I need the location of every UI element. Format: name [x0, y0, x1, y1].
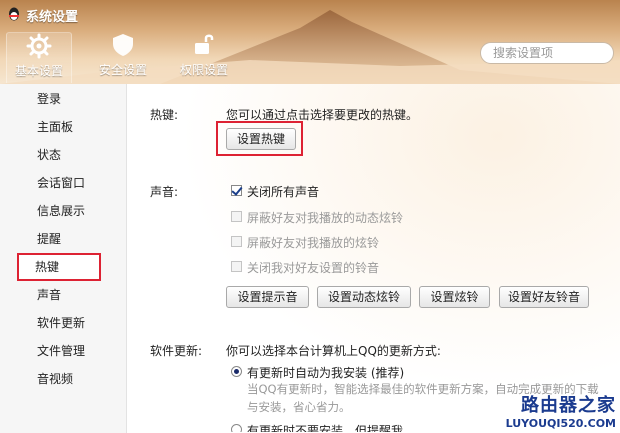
tab-label: 安全设置	[98, 63, 147, 77]
sidebar-item-software-update[interactable]: 软件更新	[0, 309, 126, 337]
disable-friend-ringtone-checkbox[interactable]	[231, 261, 242, 272]
block-ringtone-checkbox[interactable]	[231, 236, 242, 247]
block-dynamic-ringtone-checkbox[interactable]	[231, 211, 242, 222]
qq-logo-icon	[9, 7, 19, 21]
auto-install-radio[interactable]	[231, 366, 242, 377]
remind-only-radio[interactable]	[231, 424, 242, 432]
window-title: 系统设置	[26, 10, 79, 25]
mute-all-label: 关闭所有声音	[247, 185, 320, 199]
gear-icon	[26, 33, 52, 59]
disable-friend-ringtone-label: 关闭我对好友设置的铃音	[247, 261, 380, 275]
set-friend-ringtone-button[interactable]: 设置好友铃音	[499, 286, 589, 308]
sidebar-item-login[interactable]: 登录	[0, 85, 126, 113]
sidebar-item-chat-window[interactable]: 会话窗口	[0, 169, 126, 197]
set-hotkey-button[interactable]: 设置热键	[226, 128, 296, 150]
lock-icon	[195, 34, 214, 54]
block-dynamic-ringtone-label: 屏蔽好友对我播放的动态炫铃	[247, 211, 404, 225]
sidebar-item-info-display[interactable]: 信息展示	[0, 197, 126, 225]
watermark-sub-text: LUYOUQI520.COM	[505, 417, 616, 430]
sidebar-item-sound[interactable]: 声音	[0, 281, 126, 309]
auto-install-detail-line2: 与安装，省心省力。	[247, 400, 351, 414]
tab-permission-settings[interactable]: 权限设置	[172, 32, 236, 82]
tab-security-settings[interactable]: 安全设置	[91, 32, 155, 82]
tab-label: 基本设置	[14, 64, 63, 78]
sidebar-item-reminder[interactable]: 提醒	[0, 225, 126, 253]
hotkey-section-label: 热键:	[150, 108, 179, 122]
search-input[interactable]: 搜索设置项	[480, 42, 614, 64]
sidebar-item-audio-video[interactable]: 音视频	[0, 365, 126, 393]
mute-all-checkbox[interactable]	[231, 185, 242, 196]
watermark-main-text: 路由器之家	[521, 395, 616, 416]
sidebar-item-main-panel[interactable]: 主面板	[0, 113, 126, 141]
set-alert-sound-button[interactable]: 设置提示音	[226, 286, 309, 308]
settings-content: 热键: 您可以通过点击选择要更改的热键。 设置热键 声音: 关闭所有声音 屏蔽好…	[127, 84, 620, 432]
sound-section-label: 声音:	[150, 185, 179, 199]
block-ringtone-label: 屏蔽好友对我播放的炫铃	[247, 236, 380, 250]
shield-icon	[113, 34, 133, 56]
window-header: 系统设置 基本设置 安全设置 权限设置 搜索设置项	[0, 0, 620, 84]
tab-basic-settings[interactable]: 基本设置	[6, 32, 72, 83]
update-section-label: 软件更新:	[150, 344, 203, 358]
sidebar-item-status[interactable]: 状态	[0, 141, 126, 169]
update-description: 你可以选择本台计算机上QQ的更新方式:	[226, 344, 441, 358]
auto-install-label: 有更新时自动为我安装 (推荐)	[247, 366, 405, 380]
site-watermark: 路由器之家 LUYOUQI520.COM	[506, 391, 616, 430]
sidebar-item-hotkey[interactable]: 热键	[17, 253, 101, 281]
tab-label: 权限设置	[179, 63, 228, 77]
remind-only-label: 有更新时不要安装，但提醒我	[247, 424, 404, 432]
set-ringtone-button[interactable]: 设置炫铃	[419, 286, 490, 308]
set-dynamic-ringtone-button[interactable]: 设置动态炫铃	[317, 286, 411, 308]
settings-sidebar: 登录 主面板 状态 会话窗口 信息展示 提醒 热键 声音 软件更新 文件管理 音…	[0, 84, 127, 433]
sidebar-item-file-management[interactable]: 文件管理	[0, 337, 126, 365]
